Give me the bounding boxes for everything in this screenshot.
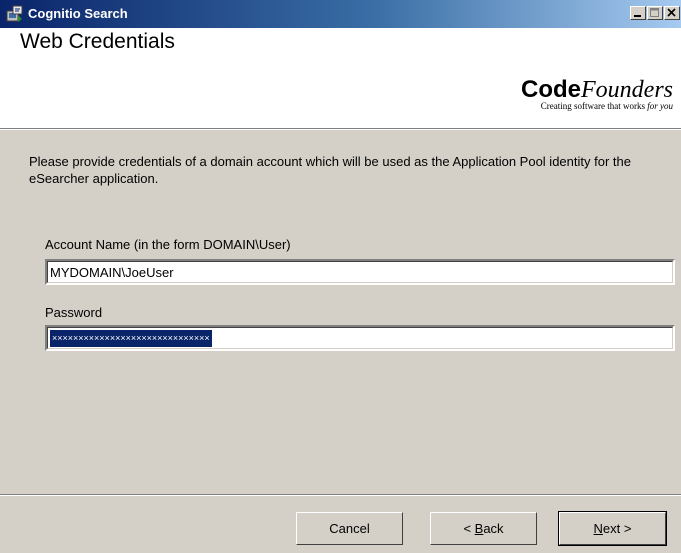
close-button[interactable] <box>664 6 680 20</box>
minimize-button[interactable] <box>630 6 646 20</box>
cancel-button-label: Cancel <box>329 521 370 536</box>
description-text: Please provide credentials of a domain a… <box>29 154 631 186</box>
footer-divider-highlight <box>0 495 681 496</box>
minimize-icon <box>634 15 641 17</box>
close-icon <box>667 8 676 17</box>
password-masked-value: ×××××××××××××××××××××××××××××× <box>50 330 212 347</box>
window-title: Cognitio Search <box>28 6 128 21</box>
maximize-button[interactable] <box>647 6 663 20</box>
account-name-value: MYDOMAIN\JoeUser <box>50 265 174 280</box>
next-button[interactable]: Next > <box>558 511 667 546</box>
cancel-button[interactable]: Cancel <box>296 512 403 545</box>
back-button-label: < Back <box>463 521 504 536</box>
account-name-input[interactable]: MYDOMAIN\JoeUser <box>45 259 675 285</box>
logo-wordmark: CodeFounders <box>521 76 673 103</box>
company-logo: CodeFounders Creating software that work… <box>503 76 673 111</box>
account-name-label: Account Name (in the form DOMAIN\User) <box>45 237 291 252</box>
header-divider <box>0 129 681 130</box>
installer-icon <box>6 5 23 22</box>
installer-window: Cognitio Search Web Credentials CodeFoun… <box>0 0 681 553</box>
title-bar[interactable]: Cognitio Search <box>0 0 681 28</box>
maximize-icon <box>650 8 659 17</box>
page-title: Web Credentials <box>20 30 175 53</box>
password-input[interactable]: ×××××××××××××××××××××××××××××× <box>45 325 675 351</box>
next-button-label: Next > <box>593 521 632 536</box>
password-label: Password <box>45 305 103 320</box>
back-button[interactable]: < Back <box>430 512 537 545</box>
